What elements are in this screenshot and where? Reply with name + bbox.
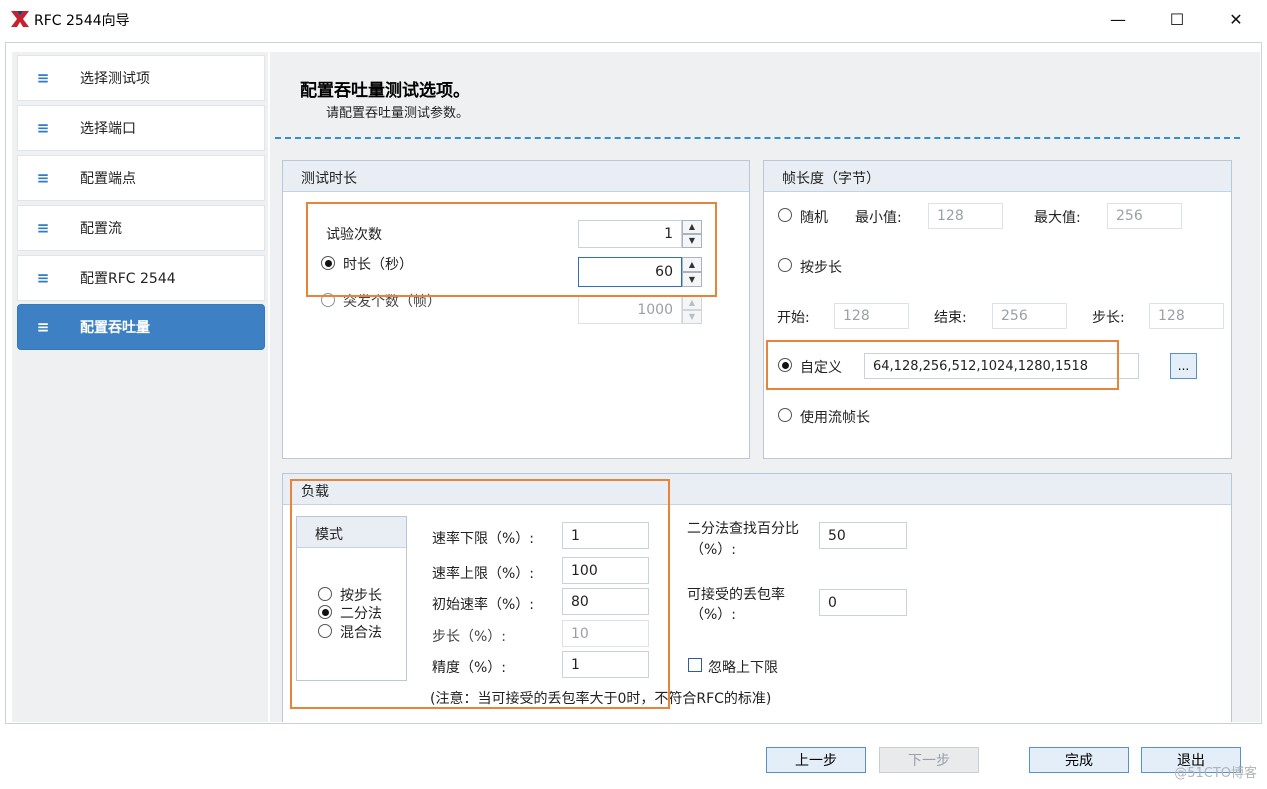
sidebar-item-select-port[interactable]: ≡ 选择端口 — [17, 105, 265, 151]
sidebar-item-label: 配置吞吐量 — [80, 320, 150, 336]
sidebar-item-label: 配置端点 — [80, 171, 136, 187]
burst-stepper[interactable]: ▲ ▼ — [682, 296, 702, 324]
random-label: 随机 — [800, 210, 828, 226]
spin-up-icon[interactable]: ▲ — [682, 296, 702, 310]
minimize-button[interactable]: — — [1095, 2, 1141, 36]
step-label: 按步长 — [800, 260, 842, 276]
finish-button[interactable]: 完成 — [1029, 747, 1129, 773]
end-label: 结束: — [934, 310, 967, 326]
binary-pct-input[interactable]: 50 — [819, 522, 907, 549]
ignore-limits-checkbox[interactable] — [688, 658, 702, 672]
maximize-button[interactable]: ☐ — [1154, 2, 1200, 36]
sidebar — [12, 52, 268, 722]
sidebar-item-select-test[interactable]: ≡ 选择测试项 — [17, 55, 265, 101]
loss-unit: （%）: — [690, 607, 737, 623]
page-title: 配置吞吐量测试选项。 — [300, 81, 470, 101]
stream-length-label: 使用流帧长 — [800, 410, 870, 426]
end-input[interactable]: 256 — [992, 303, 1067, 329]
sidebar-item-label: 选择端口 — [80, 121, 136, 137]
highlight-box — [766, 340, 1119, 390]
stepsize-label: 步长: — [1092, 310, 1125, 326]
menu-icon: ≡ — [36, 119, 50, 137]
start-label: 开始: — [777, 310, 810, 326]
min-input[interactable]: 128 — [928, 203, 1003, 229]
loss-input[interactable]: 0 — [819, 589, 907, 616]
menu-icon: ≡ — [36, 69, 50, 87]
stepsize-input[interactable]: 128 — [1149, 303, 1224, 329]
max-input[interactable]: 256 — [1107, 203, 1182, 229]
stream-length-radio[interactable] — [778, 408, 792, 422]
watermark: @51CTO博客 — [1174, 766, 1257, 781]
sidebar-item-label: 配置RFC 2544 — [80, 271, 176, 287]
sidebar-item-config-rfc2544[interactable]: ≡ 配置RFC 2544 — [17, 255, 265, 301]
binary-pct-label: 二分法查找百分比 — [687, 521, 799, 537]
window-title: RFC 2544向导 — [34, 13, 130, 29]
sidebar-item-label: 选择测试项 — [80, 71, 150, 87]
menu-icon: ≡ — [36, 269, 50, 287]
highlight-box — [306, 202, 717, 297]
menu-icon: ≡ — [36, 318, 50, 336]
ignore-limits-label: 忽略上下限 — [708, 660, 778, 676]
min-label: 最小值: — [855, 210, 902, 226]
app-logo-icon — [11, 11, 29, 27]
binary-pct-unit: （%）: — [690, 542, 737, 558]
group-header: 帧长度（字节） — [764, 161, 1231, 192]
menu-icon: ≡ — [36, 219, 50, 237]
spin-down-icon[interactable]: ▼ — [682, 310, 702, 324]
next-button[interactable]: 下一步 — [879, 747, 979, 773]
max-label: 最大值: — [1034, 210, 1081, 226]
title-bar — [0, 0, 1267, 38]
menu-icon: ≡ — [36, 169, 50, 187]
loss-label: 可接受的丢包率 — [687, 587, 785, 603]
prev-button[interactable]: 上一步 — [766, 747, 866, 773]
sidebar-item-config-stream[interactable]: ≡ 配置流 — [17, 205, 265, 251]
group-title: 帧长度（字节） — [782, 171, 880, 187]
group-header: 测试时长 — [283, 161, 749, 192]
sidebar-item-config-endpoint[interactable]: ≡ 配置端点 — [17, 155, 265, 201]
dashed-divider — [275, 137, 1240, 139]
group-title: 测试时长 — [301, 171, 357, 187]
close-button[interactable]: ✕ — [1213, 2, 1259, 36]
burst-input[interactable]: 1000 — [578, 296, 682, 324]
browse-button[interactable]: ... — [1170, 353, 1197, 379]
random-radio[interactable] — [778, 208, 792, 222]
highlight-box — [290, 479, 670, 709]
page-subtitle: 请配置吞吐量测试参数。 — [326, 106, 470, 121]
start-input[interactable]: 128 — [834, 303, 909, 329]
step-radio[interactable] — [778, 258, 792, 272]
sidebar-item-label: 配置流 — [80, 221, 122, 237]
sidebar-item-config-throughput[interactable]: ≡ 配置吞吐量 — [17, 304, 265, 350]
